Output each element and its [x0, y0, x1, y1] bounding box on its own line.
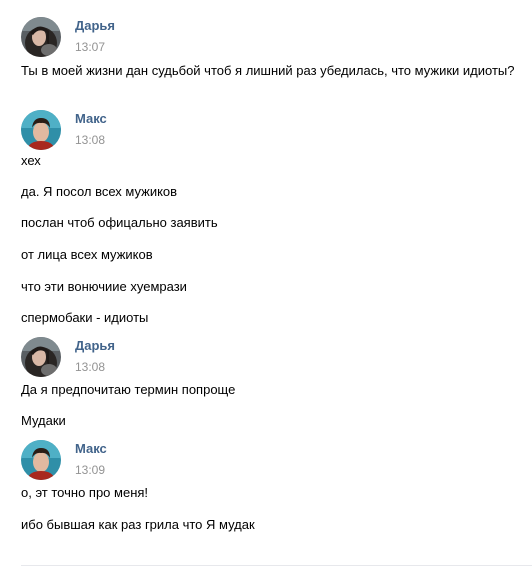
avatar[interactable]	[21, 337, 61, 377]
avatar[interactable]	[21, 17, 61, 57]
message-time[interactable]: 13:08	[75, 360, 105, 374]
message-text: что эти вонючиие хуемрази	[21, 279, 187, 294]
message-text: послан чтоб офицально заявить	[21, 215, 218, 230]
message-text: от лица всех мужиков	[21, 247, 153, 262]
avatar-maks-image	[21, 110, 61, 150]
message-time[interactable]: 13:09	[75, 463, 105, 477]
message-text: Да я предпочитаю термин попроще	[21, 382, 236, 397]
message-text: ибо бывшая как раз грила что Я мудак	[21, 517, 255, 532]
message-time[interactable]: 13:08	[75, 133, 105, 147]
divider	[21, 565, 532, 566]
author-name[interactable]: Дарья	[75, 338, 115, 353]
author-name[interactable]: Макс	[75, 111, 107, 126]
message-text: хех	[21, 153, 41, 168]
avatar-maks-image	[21, 440, 61, 480]
avatar-darya-image	[21, 337, 61, 377]
avatar[interactable]	[21, 440, 61, 480]
message-time[interactable]: 13:07	[75, 40, 105, 54]
author-name[interactable]: Дарья	[75, 18, 115, 33]
avatar-darya-image	[21, 17, 61, 57]
author-name[interactable]: Макс	[75, 441, 107, 456]
message-text: о, эт точно про меня!	[21, 485, 149, 500]
message-text: спермобаки - идиоты	[21, 310, 149, 325]
avatar[interactable]	[21, 110, 61, 150]
message-text: Мудаки	[21, 413, 66, 428]
message-text: да. Я посол всех мужиков	[21, 184, 178, 199]
message-text: Ты в моей жизни дан судьбой чтоб я лишни…	[21, 63, 515, 78]
